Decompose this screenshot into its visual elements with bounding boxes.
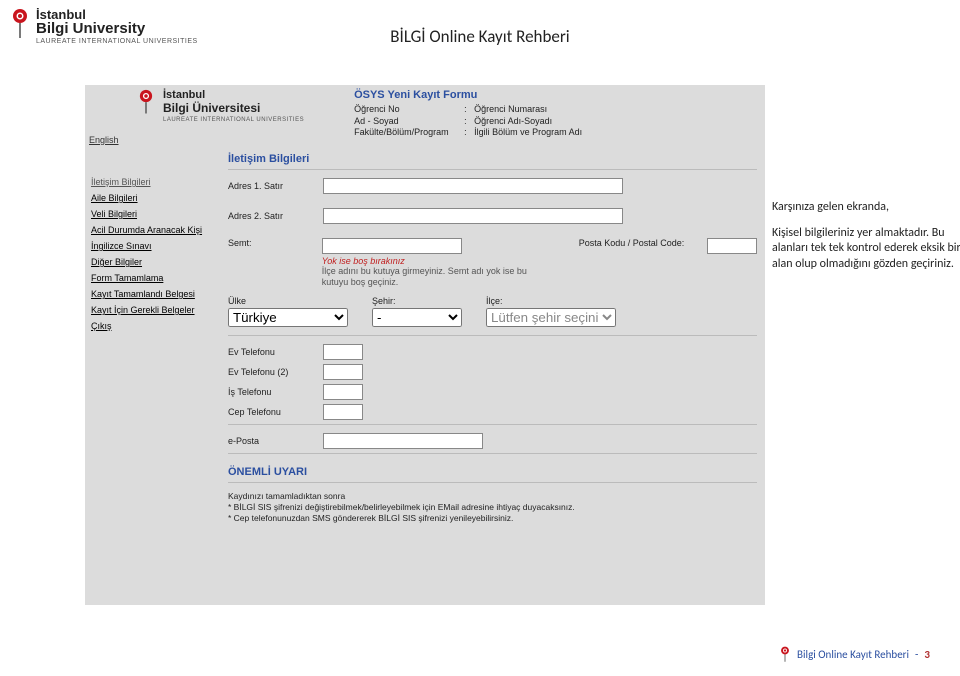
sidebar-item-ingilizce[interactable]: İngilizce Sınavı (91, 241, 214, 251)
info-val-2: İlgili Bölüm ve Program Adı (474, 127, 582, 139)
label-adres2: Adres 2. Satır (228, 211, 323, 221)
label-evtel2: Ev Telefonu (2) (228, 367, 323, 377)
warning-title: ÖNEMLİ UYARI (228, 466, 757, 478)
app-logo: İstanbul Bilgi Üniversitesi LAUREATE INT… (137, 89, 304, 139)
label-sehir: Şehir: (372, 296, 462, 306)
label-adres1: Adres 1. Satır (228, 181, 323, 191)
input-posta[interactable] (707, 238, 757, 254)
app-logo-l3: LAUREATE INTERNATIONAL UNIVERSITIES (163, 117, 304, 123)
info-val-0: Öğrenci Numarası (474, 104, 547, 116)
warning-box: ÖNEMLİ UYARI Kaydınızı tamamladıktan son… (228, 462, 757, 528)
app-logo-text: İstanbul Bilgi Üniversitesi LAUREATE INT… (163, 89, 304, 123)
label-ulke: Ülke (228, 296, 348, 306)
form-title: ÖSYS Yeni Kayıt Formu (354, 89, 582, 101)
pin-icon (10, 8, 30, 36)
divider (228, 424, 757, 425)
footer: Bilgi Online Kayıt Rehberi - 3 (779, 646, 930, 662)
input-istel[interactable] (323, 384, 363, 400)
info-lbl-2: Fakülte/Bölüm/Program (354, 127, 464, 139)
input-evtel[interactable] (323, 344, 363, 360)
logo-text: İstanbul Bilgi University LAUREATE INTER… (36, 8, 198, 45)
divider (228, 335, 757, 336)
footer-text: Bilgi Online Kayıt Rehberi (797, 648, 909, 661)
label-eposta: e-Posta (228, 436, 323, 446)
input-semt[interactable] (322, 238, 462, 254)
input-ceptel[interactable] (323, 404, 363, 420)
label-semt: Semt: (228, 238, 322, 248)
info-lbl-0: Öğrenci No (354, 104, 464, 116)
pin-icon (137, 89, 157, 117)
hint-grey: İlçe adını bu kutuya girmeyiniz. Semt ad… (322, 266, 549, 288)
sidebar-item-iletisim[interactable]: İletişim Bilgileri (91, 177, 214, 187)
sidebar-item-aile[interactable]: Aile Bilgileri (91, 193, 214, 203)
main-form: İletişim Bilgileri Adres 1. Satır Adres … (220, 145, 765, 605)
warn-l1: Kaydınızı tamamladıktan sonra (228, 491, 757, 502)
footer-page: 3 (924, 648, 930, 661)
label-ilce: İlçe: (486, 296, 616, 306)
sidebar-item-acil[interactable]: Acil Durumda Aranacak Kişi (91, 225, 214, 235)
description-text: Karşınıza gelen ekranda, Kişisel bilgile… (772, 200, 960, 272)
info-val-1: Öğrenci Adı-Soyadı (474, 116, 552, 128)
uni-sub: LAUREATE INTERNATIONAL UNIVERSITIES (36, 38, 198, 45)
warn-l2: * BİLGİ SIS şifrenizi değiştirebilmek/be… (228, 502, 757, 513)
divider (228, 453, 757, 454)
hint-red: Yok ise boş bırakınız (322, 256, 549, 266)
input-eposta[interactable] (323, 433, 483, 449)
content-area: İletişim Bilgileri Aile Bilgileri Veli B… (85, 145, 765, 605)
desc-p2: Kişisel bilgileriniz yer almaktadır. Bu … (772, 226, 960, 273)
sidebar-item-diger[interactable]: Diğer Bilgiler (91, 257, 214, 267)
label-ceptel: Cep Telefonu (228, 407, 323, 417)
language-link[interactable]: English (89, 135, 119, 145)
sidebar-item-tamamlandi[interactable]: Kayıt Tamamlandı Belgesi (91, 289, 214, 299)
section-title: İletişim Bilgileri (228, 153, 757, 165)
input-adres1[interactable] (323, 178, 623, 194)
sidebar-item-cikis[interactable]: Çıkış (91, 321, 214, 331)
sidebar-item-veli[interactable]: Veli Bilgileri (91, 209, 214, 219)
input-adres2[interactable] (323, 208, 623, 224)
warn-l3: * Cep telefonunuzdan SMS göndererek BİLG… (228, 513, 757, 524)
uni-name-2: Bilgi University (36, 21, 198, 36)
app-logo-l1: İstanbul (163, 89, 304, 101)
app-window: İstanbul Bilgi Üniversitesi LAUREATE INT… (85, 85, 765, 605)
warning-body: Kaydınızı tamamladıktan sonra * BİLGİ SI… (228, 491, 757, 524)
app-header: İstanbul Bilgi Üniversitesi LAUREATE INT… (85, 85, 765, 145)
info-lbl-1: Ad - Soyad (354, 116, 464, 128)
page-title: BİLGİ Online Kayıt Rehberi (390, 26, 569, 47)
select-ulke[interactable]: Türkiye (228, 308, 348, 327)
sidebar: İletişim Bilgileri Aile Bilgileri Veli B… (85, 145, 220, 605)
divider (228, 482, 757, 483)
input-evtel2[interactable] (323, 364, 363, 380)
footer-sep: - (915, 648, 918, 661)
sidebar-item-belgeler[interactable]: Kayıt İçin Gerekli Belgeler (91, 305, 214, 315)
select-ilce[interactable]: Lütfen şehir seçini. (486, 308, 616, 327)
select-sehir[interactable]: - (372, 308, 462, 327)
label-evtel: Ev Telefonu (228, 347, 323, 357)
divider (228, 169, 757, 170)
app-logo-l2: Bilgi Üniversitesi (163, 101, 304, 115)
page-header: İstanbul Bilgi University LAUREATE INTER… (10, 8, 950, 58)
form-head: ÖSYS Yeni Kayıt Formu Öğrenci No:Öğrenci… (354, 89, 582, 139)
desc-p1: Karşınıza gelen ekranda, (772, 200, 960, 216)
label-posta: Posta Kodu / Postal Code: (579, 238, 707, 248)
label-istel: İş Telefonu (228, 387, 323, 397)
sidebar-item-tamamla[interactable]: Form Tamamlama (91, 273, 214, 283)
pin-icon (779, 646, 791, 662)
